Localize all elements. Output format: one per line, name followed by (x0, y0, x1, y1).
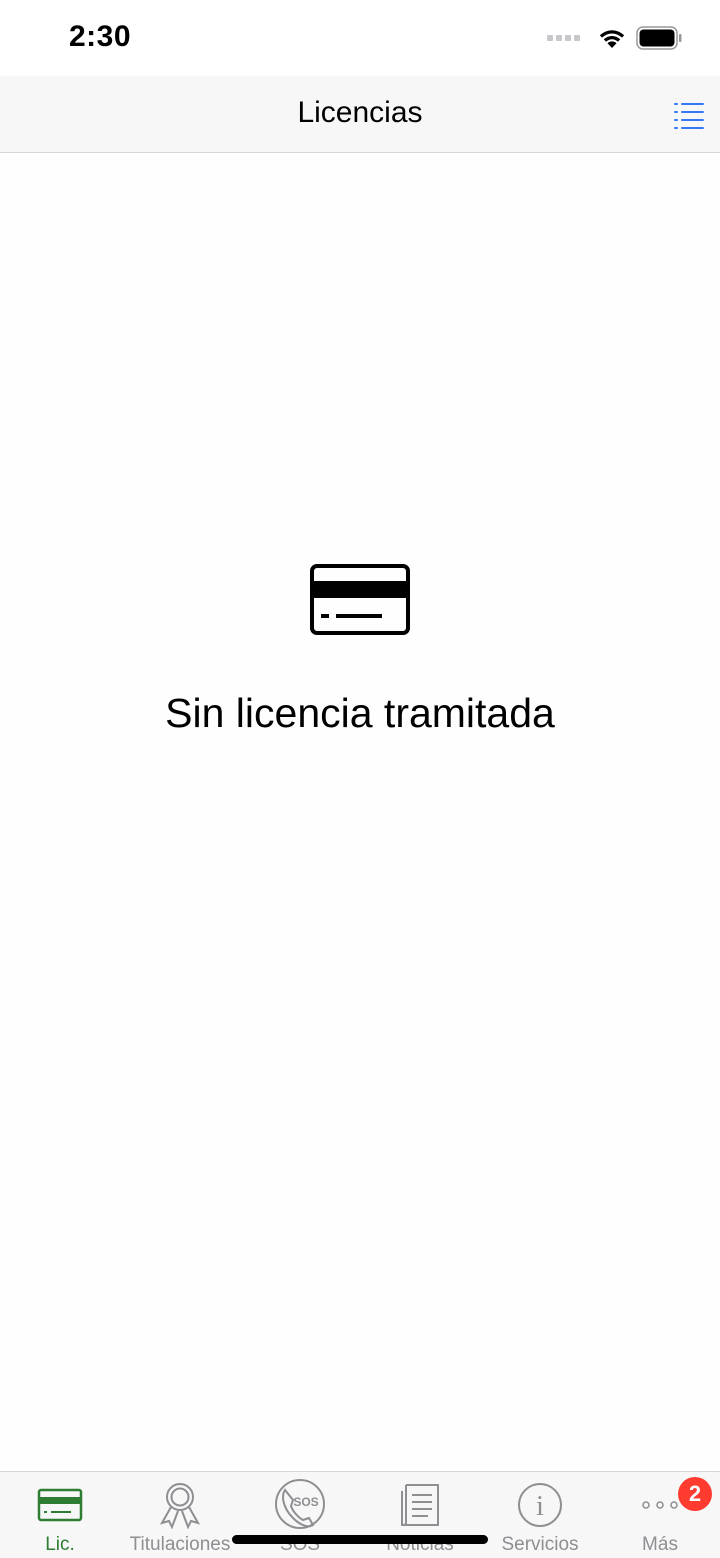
tab-servicios[interactable]: i Servicios (480, 1472, 600, 1558)
info-icon: i (518, 1483, 562, 1527)
tab-titulaciones[interactable]: Titulaciones (120, 1472, 240, 1558)
newspaper-icon (401, 1484, 439, 1526)
credit-card-icon (37, 1488, 83, 1522)
status-time: 2:30 (69, 20, 132, 53)
list-icon[interactable] (672, 98, 706, 132)
tab-label: Titulaciones (129, 1534, 231, 1555)
page-title: Licencias (297, 96, 423, 129)
tab-bar: Lic. Titulaciones SOS SOS Noticias i Ser… (0, 1471, 720, 1558)
home-indicator[interactable] (232, 1535, 488, 1544)
credit-card-icon (310, 564, 410, 635)
tab-label: Más (642, 1534, 678, 1555)
battery-icon (636, 26, 682, 50)
svg-text:SOS: SOS (293, 1495, 318, 1509)
tab-noticias[interactable]: Noticias (360, 1472, 480, 1558)
sos-phone-icon: SOS (275, 1479, 325, 1529)
status-bar: 2:30 (0, 0, 720, 76)
more-dots-icon (642, 1501, 678, 1509)
tab-label: Servicios (501, 1534, 579, 1555)
tab-licencias[interactable]: Lic. (0, 1472, 120, 1558)
navigation-bar: Licencias (0, 76, 720, 153)
award-ribbon-icon (159, 1483, 201, 1529)
tab-label: Lic. (45, 1534, 75, 1555)
wifi-icon (599, 30, 625, 48)
empty-state-message: Sin licencia tramitada (165, 690, 555, 736)
status-icons (547, 26, 682, 50)
cellular-signal-icon (547, 35, 580, 41)
tab-sos[interactable]: SOS SOS (240, 1472, 360, 1558)
svg-text:i: i (536, 1491, 544, 1522)
notification-badge: 2 (678, 1477, 712, 1511)
